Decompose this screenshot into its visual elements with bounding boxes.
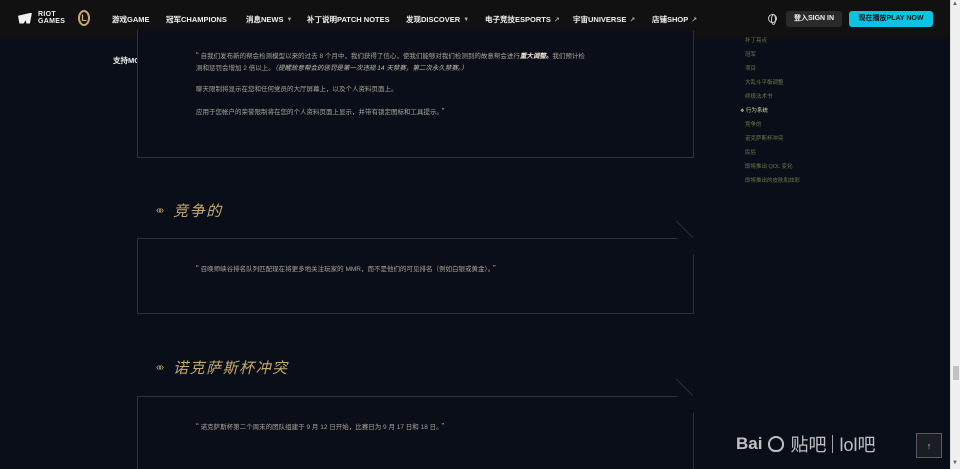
toc-item[interactable]: 项目 — [740, 62, 830, 76]
scroll-down-arrow-icon[interactable]: ▼ — [952, 460, 958, 466]
nav-item-patch-notes[interactable]: 补丁说明PATCH NOTES — [307, 14, 390, 25]
section-header-noxus-cup: «» 诺克萨斯杯冲突 — [156, 357, 289, 378]
baidu-paw-icon — [768, 436, 785, 452]
external-link-icon: ↗ — [553, 16, 560, 24]
back-to-top-button[interactable]: ↑ — [916, 433, 942, 458]
toc-item[interactable]: 即将推出的皮肤和炫彩 — [740, 174, 830, 188]
quote-panel-noxus-cup: “诺克萨斯杯第二个周末的团队组建于 9 月 12 日开始，比赛日为 9 月 17… — [137, 378, 694, 469]
external-link-icon: ↗ — [629, 16, 636, 24]
quote-panel-behavior: “自我们发布新的帮会检测模型以来的过去 8 个月中，我们获得了信心，使我们能够对… — [137, 30, 694, 158]
toc-item-active[interactable]: 行为系统 — [740, 104, 830, 118]
toc-item[interactable]: 竞争的 — [740, 118, 830, 132]
quote-close-mark: ” — [493, 264, 496, 273]
toc-item[interactable]: 冠军 — [740, 48, 830, 62]
riot-logo-text: RIOT — [38, 11, 56, 18]
globe-icon[interactable] — [768, 14, 777, 25]
quote-close-mark: ” — [441, 422, 445, 431]
page-scrollbar[interactable]: ▲ ▼ — [950, 0, 960, 469]
nav-item-discover[interactable]: 发现DISCOVER ▼ — [406, 14, 469, 25]
toc-item[interactable]: 诺克萨斯杯冲突 — [740, 132, 830, 146]
quote-open-mark: “ — [196, 51, 199, 60]
section-header-competitive: «» 竞争的 — [156, 200, 223, 221]
sign-in-button[interactable]: 登入SIGN IN — [786, 11, 842, 27]
chevron-down-icon: ▼ — [286, 16, 293, 23]
quote-paragraph: 聊天限制将显示在您和任何党员的大厅屏幕上，以及个人资料页面上。 — [196, 86, 398, 93]
nav-item-universe[interactable]: 宇宙UNIVERSE ↗ — [573, 14, 635, 25]
nav-item-shop[interactable]: 店铺SHOP ↗ — [652, 14, 697, 25]
nav-item-champions[interactable]: 冠军CHAMPIONS — [166, 14, 227, 25]
external-link-icon: ↗ — [691, 16, 698, 24]
games-logo-text: GAMES — [38, 18, 66, 25]
quote-open-mark: “ — [196, 422, 199, 431]
quote-paragraph: “诺克萨斯杯第二个周末的团队组建于 9 月 12 日开始，比赛日为 9 月 17… — [196, 422, 445, 431]
section-title: 竞争的 — [173, 202, 223, 220]
baidu-tieba-watermark: Bai 贴吧 lol吧 — [736, 434, 876, 455]
chevron-down-icon: ▼ — [463, 16, 470, 23]
toc-item[interactable]: 终极法术书 — [740, 90, 830, 104]
nav-item-esports[interactable]: 电子竞技ESPORTS ↗ — [485, 14, 560, 25]
section-title: 诺克萨斯杯冲突 — [173, 359, 289, 377]
league-logo-icon[interactable]: L — [78, 10, 90, 26]
quote-close-mark: ” — [441, 107, 445, 116]
penalty-note: （提醒故意帮会的惩罚是第一次违规 14 天禁赛，第二次永久禁赛。） — [274, 64, 468, 72]
nav-item-game[interactable]: 游戏GAME — [112, 14, 150, 25]
riot-fist-icon — [18, 12, 32, 24]
toc-item[interactable]: 即将推出 QOL 变化 — [740, 160, 830, 174]
diamond-chevron-icon: «» — [156, 362, 164, 373]
riot-games-logo[interactable]: RIOT GAMES — [18, 11, 65, 25]
scroll-thumb[interactable] — [953, 366, 959, 380]
diamond-chevron-icon: «» — [156, 205, 164, 216]
quote-paragraph: “自我们发布新的帮会检测模型以来的过去 8 个月中，我们获得了信心，使我们能够对… — [196, 51, 585, 72]
quote-paragraph: 应用于您帐户的荣誉限制将在您的个人资料页面上显示，并带有锁定图标和工具提示。” — [196, 107, 445, 116]
play-now-button[interactable]: 现在播放PLAY NOW — [849, 11, 933, 27]
quote-paragraph: “召唤师峡谷排名队列匹配现在将更多地关注玩家的 MMR，而不是他们的可见排名（例… — [196, 264, 496, 273]
nav-item-news[interactable]: 消息NEWS ▼ — [246, 14, 292, 25]
toc-item[interactable]: 大乱斗平衡调整 — [740, 76, 830, 90]
quote-panel-competitive: “召唤师峡谷排名队列匹配现在将更多地关注玩家的 MMR，而不是他们的可见排名（例… — [137, 220, 694, 314]
scroll-up-arrow-icon[interactable]: ▲ — [952, 1, 958, 7]
toc-item[interactable]: 民俗 — [740, 146, 830, 160]
quote-open-mark: “ — [196, 264, 199, 273]
emphasis-text: 重大调整。 — [519, 53, 553, 60]
toc-item[interactable]: 补丁亮点 — [740, 34, 830, 48]
table-of-contents: 补丁亮点 冠军 项目 大乱斗平衡调整 终极法术书 行为系统 竞争的 诺克萨斯杯冲… — [740, 34, 830, 188]
